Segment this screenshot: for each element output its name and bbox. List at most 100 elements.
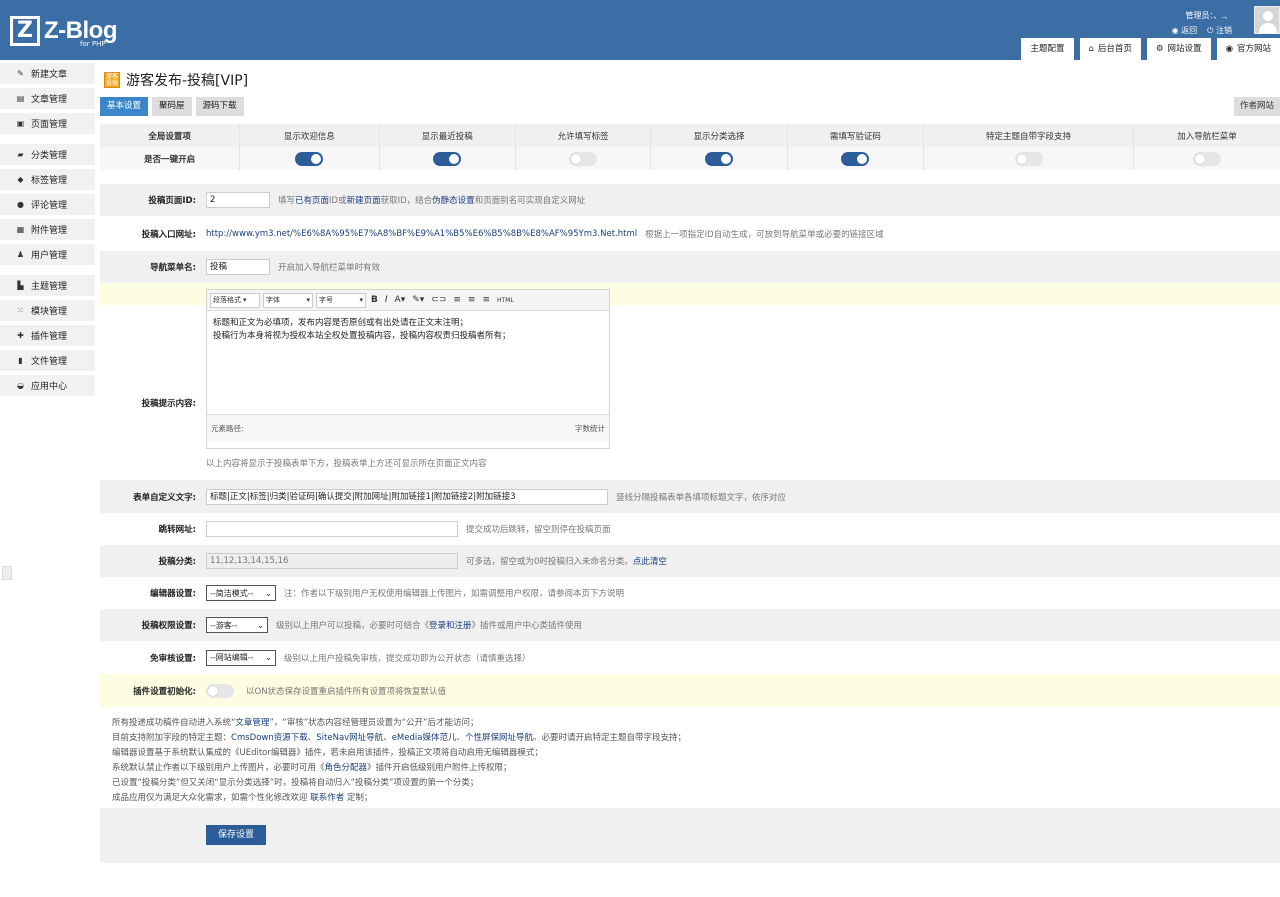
sidebar-item-themes[interactable]: ▙ 主题管理 [0, 275, 95, 296]
toggle-nav-menu[interactable] [1193, 151, 1221, 166]
rewrite-settings-link[interactable]: 伪静态设置 [432, 196, 475, 206]
entry-url-link[interactable]: http://www.ym3.net/%E6%8A%95%E7%A8%BF%E9… [206, 229, 637, 239]
sidebar-item-new-post[interactable]: ✎ 新建文章 [0, 63, 95, 84]
author-site-button[interactable]: 作者网站 [1233, 97, 1280, 116]
tab-source-download[interactable]: 源码下载 [195, 97, 244, 116]
existing-pages-link[interactable]: 已有页面 [295, 196, 329, 206]
permission-select[interactable]: --游客-- ⌄ [206, 617, 268, 633]
user-label: 管理员： [1185, 11, 1214, 20]
html-source-icon[interactable]: HTML [495, 297, 516, 304]
sidebar-item-categories[interactable]: ▰ 分类管理 [0, 144, 95, 165]
tab-jumawu[interactable]: 聚码屋 [152, 97, 192, 116]
align-left-icon[interactable]: ≡ [451, 295, 463, 305]
font-family-select[interactable]: 字体 ▾ [263, 292, 313, 308]
sidebar-item-users[interactable]: ♟ 用户管理 [0, 244, 95, 265]
sidebar-item-label: 标签管理 [31, 176, 68, 186]
toggle-theme-fields[interactable] [1014, 151, 1043, 166]
sidebar-item-comments[interactable]: ● 评论管理 [0, 194, 95, 215]
row-category: 投稿分类: 11,12,13,14,15,16 可多选，留空或为0时投稿归入未命… [100, 545, 1280, 577]
align-right-icon[interactable]: ≡ [480, 295, 492, 305]
sitenav-link[interactable]: SiteNav网址导航 [316, 733, 383, 743]
row-no-review: 免审核设置: --网站编辑-- ⌄ 级别以上用户投稿免审核，提交成功即为公开状态（… [100, 641, 1280, 674]
hint-text: 级别以上用户可以投稿，必要时可结合《 [276, 621, 430, 631]
note-text: 系统默认禁止作者以下级别用户上传图片，必要时可用《 [112, 763, 325, 773]
tab-basic-settings[interactable]: 基本设置 [100, 97, 149, 116]
toggle-show-recent[interactable] [433, 151, 462, 166]
toggle-allow-tags[interactable] [569, 151, 598, 166]
align-center-icon[interactable]: ≡ [466, 295, 478, 305]
tips-label: 投稿提示内容: [141, 398, 196, 409]
category-input[interactable]: 11,12,13,14,15,16 [206, 553, 458, 569]
toggle-show-welcome[interactable] [295, 151, 324, 166]
row-reset: 插件设置初始化: 以ON状态保存设置重启插件所有设置项将恢复默认值 [100, 674, 1280, 707]
topnav-official-site[interactable]: ◉ 官方网站 [1216, 38, 1280, 60]
font-color-icon[interactable]: A▾ [393, 295, 408, 305]
dropdown-label: 字号 [319, 296, 333, 304]
no-review-select[interactable]: --网站编辑-- ⌄ [206, 649, 276, 666]
sidebar-item-pages[interactable]: ▣ 页面管理 [0, 113, 95, 134]
global-header-cell: 全局设置项 [100, 124, 241, 147]
note-text: 、 [307, 733, 317, 743]
global-header-cell: 显示欢迎信息 [240, 124, 380, 147]
highlight-icon[interactable]: ✎▾ [410, 295, 426, 305]
back-link[interactable]: ◉ 返回 [1172, 25, 1198, 36]
topnav-admin-home[interactable]: ⌂ 后台首页 [1079, 38, 1141, 60]
select-value: --网站编辑-- [210, 653, 254, 662]
page-id-input[interactable]: 2 [206, 192, 270, 208]
sidebar-item-modules[interactable]: ⁙ 模块管理 [0, 300, 95, 321]
row-redirect: 跳转网址: 提交成功后跳转，留空则停在投稿页面 [100, 513, 1280, 545]
plugin-logo-icon: 游客 投稿 [104, 72, 120, 88]
emedia-link[interactable]: eMedia媒体范儿 [392, 733, 457, 743]
sidebar-item-articles[interactable]: ▤ 文章管理 [0, 88, 95, 109]
cmsdown-link[interactable]: CmsDown资源下载 [231, 733, 308, 743]
sidebar-item-plugins[interactable]: ✚ 插件管理 [0, 325, 95, 346]
editor-mode-select[interactable]: --简洁模式-- ⌄ [206, 585, 276, 601]
link-icon[interactable]: ⊂⊃ [429, 295, 448, 305]
editor-body[interactable]: 标题和正文为必填项，发布内容是否原创或有出处请在正文末注明； 投稿行为本身将视为… [207, 311, 609, 414]
logout-link[interactable]: ⏻ 注销 [1207, 25, 1232, 36]
category-hint: 可多选，留空或为0时投稿归入未命名分类。点此清空 [466, 555, 667, 567]
category-label: 投稿分类: [158, 557, 196, 567]
note-line: 成品应用仅为满足大众化需求，如需个性化修改欢迎 联系作者 定制； [112, 791, 686, 806]
avatar[interactable] [1254, 6, 1280, 34]
sidebar-item-label: 分类管理 [31, 151, 68, 161]
permission-hint: 级别以上用户可以投稿，必要时可结合《登录和注册》插件或用户中心类插件使用 [276, 619, 582, 631]
toggle-show-category[interactable] [705, 151, 734, 166]
article-icon: ▤ [16, 94, 25, 103]
note-text: 。必要时请开启特定主题自带字段支持； [533, 733, 687, 743]
form-text-input[interactable]: 标题|正文|标签|归类|验证码|确认提交|附加网址|附加链接1|附加链接2|附加… [206, 488, 608, 505]
sidebar-item-files[interactable]: ▮ 文件管理 [0, 350, 95, 371]
sidebar-item-tags[interactable]: ◆ 标签管理 [0, 169, 95, 190]
topnav-label: 网站设置 [1167, 44, 1202, 54]
top-nav: 主题配置 ⌂ 后台首页 ⚙ 网站设置 ◉ 官方网站 [1021, 38, 1280, 60]
role-assigner-link[interactable]: 角色分配器 [325, 763, 368, 773]
topnav-site-settings[interactable]: ⚙ 网站设置 [1146, 38, 1211, 60]
new-page-link[interactable]: 新建页面 [347, 196, 381, 206]
article-manage-link[interactable]: 文章管理 [235, 718, 269, 728]
clear-category-link[interactable]: 点此清空 [633, 557, 667, 567]
contact-author-link[interactable]: 联系作者 [310, 793, 344, 803]
nav-name-input[interactable]: 投稿 [206, 259, 270, 275]
caret-down-icon: ▾ [243, 296, 247, 304]
sidebar-collapse-handle[interactable] [2, 566, 12, 580]
sidebar-item-label: 插件管理 [31, 332, 68, 342]
login-register-link[interactable]: 登录和注册 [429, 621, 472, 631]
save-button[interactable]: 保存设置 [206, 825, 267, 845]
toggle-reset[interactable] [206, 683, 234, 698]
screensaver-nav-link[interactable]: 个性屏保网址导航 [465, 733, 533, 743]
note-text: 、 [456, 733, 465, 743]
italic-icon[interactable]: I [383, 295, 390, 305]
sidebar-item-label: 文件管理 [31, 357, 68, 367]
font-size-select[interactable]: 字号 ▾ [316, 292, 366, 308]
redirect-input[interactable] [206, 521, 458, 537]
editor-line: 标题和正文为必填项，发布内容是否原创或有出处请在正文末注明； [213, 318, 469, 328]
sidebar: ✎ 新建文章 ▤ 文章管理 ▣ 页面管理 ▰ 分类管理 ◆ 标签管理 ● 评论管理 ▦ 附件管… [0, 60, 95, 400]
bold-icon[interactable]: B [369, 295, 380, 305]
row-editor-mode: 编辑器设置: --简洁模式-- ⌄ 注：作者以下级别用户无权使用编辑器上传图片，如… [100, 577, 1280, 609]
sidebar-item-attachments[interactable]: ▦ 附件管理 [0, 219, 95, 240]
sidebar-item-app-center[interactable]: ◒ 应用中心 [0, 375, 95, 396]
toggle-captcha[interactable] [841, 151, 870, 166]
page-title-text: 游客发布-投稿[VIP] [126, 73, 249, 89]
topnav-theme-config[interactable]: 主题配置 [1021, 38, 1074, 60]
paragraph-format-select[interactable]: 段落格式 ▾ [210, 292, 260, 308]
